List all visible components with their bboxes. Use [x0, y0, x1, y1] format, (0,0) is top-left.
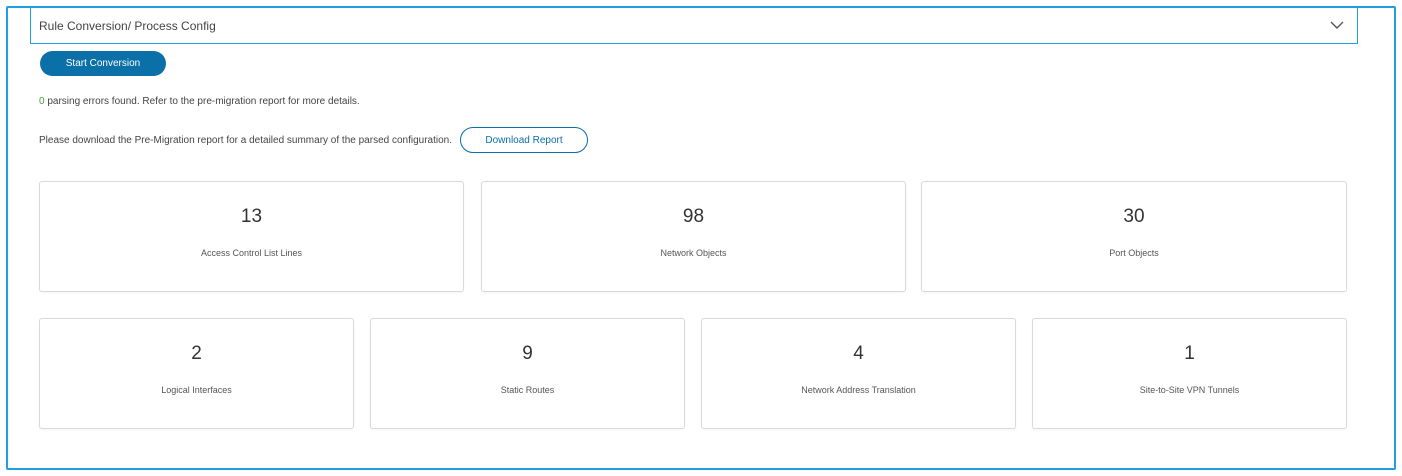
stat-card-nat: 4 Network Address Translation	[701, 318, 1016, 429]
section-header[interactable]: Rule Conversion/ Process Config	[30, 8, 1358, 44]
stat-card-static-routes: 9 Static Routes	[370, 318, 685, 429]
stat-card-network-objects: 98 Network Objects	[481, 181, 906, 292]
stat-card-port-objects: 30 Port Objects	[921, 181, 1347, 292]
section-title: Rule Conversion/ Process Config	[39, 18, 216, 33]
stat-card-logical-interfaces: 2 Logical Interfaces	[39, 318, 354, 429]
stat-value: 4	[853, 343, 864, 364]
stat-value: 1	[1184, 343, 1195, 364]
stat-label: Logical Interfaces	[161, 385, 232, 395]
download-row: Please download the Pre-Migration report…	[39, 127, 589, 153]
stat-value: 98	[682, 206, 705, 227]
download-message: Please download the Pre-Migration report…	[39, 134, 453, 146]
stat-label: Port Objects	[1109, 248, 1159, 258]
stat-label: Static Routes	[500, 385, 555, 395]
stat-value: 13	[240, 206, 263, 227]
stat-value: 30	[1123, 206, 1145, 227]
parsing-status: 0 parsing errors found. Refer to the pre…	[39, 96, 360, 107]
rule-conversion-panel: Rule Conversion/ Process Config Start Co…	[6, 6, 1396, 470]
stat-label: Network Objects	[660, 248, 727, 258]
error-count: 0	[39, 96, 45, 107]
stat-value: 2	[191, 343, 202, 364]
stat-label: Access Control List Lines	[200, 248, 303, 258]
stat-label: Network Address Translation	[801, 385, 916, 395]
start-conversion-button[interactable]: Start Conversion	[40, 51, 166, 76]
stat-label: Site-to-Site VPN Tunnels	[1139, 385, 1240, 395]
stat-value: 9	[522, 343, 533, 364]
stat-card-acl-lines: 13 Access Control List Lines	[39, 181, 464, 292]
download-report-button[interactable]: Download Report	[460, 127, 589, 153]
stat-card-vpn-tunnels: 1 Site-to-Site VPN Tunnels	[1032, 318, 1347, 429]
parsing-message: parsing errors found. Refer to the pre-m…	[47, 96, 360, 107]
chevron-down-icon[interactable]	[1329, 18, 1345, 34]
